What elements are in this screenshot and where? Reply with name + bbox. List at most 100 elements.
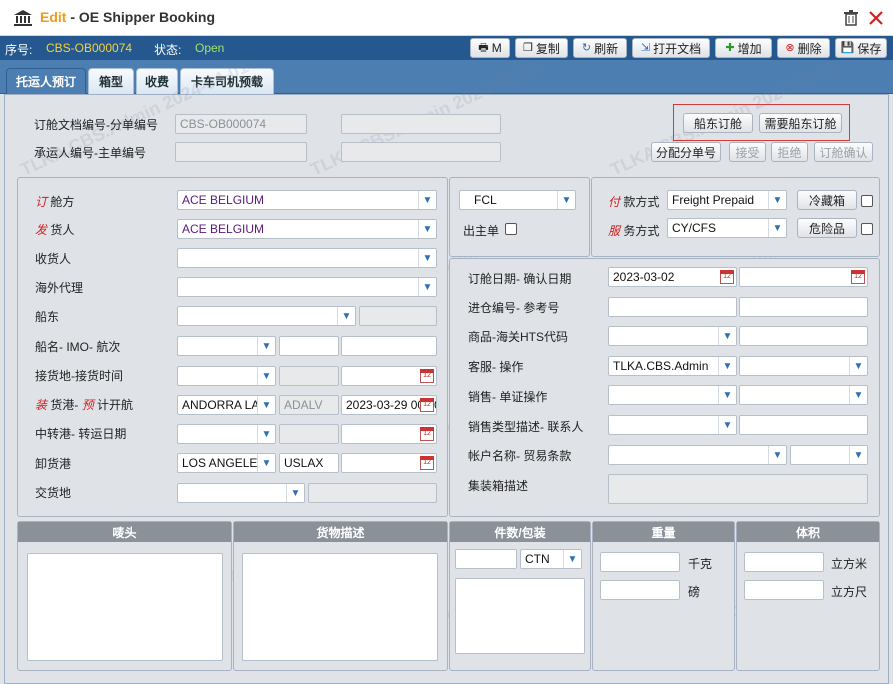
need-ship-booking-button[interactable]: 需要船东订舱	[759, 113, 842, 133]
reefer-checkbox[interactable]	[861, 195, 873, 207]
delete-button[interactable]: ⊗ 删除	[777, 38, 830, 58]
open-document-button[interactable]: ⇲ 打开文档	[632, 38, 710, 58]
trash-icon[interactable]	[843, 10, 859, 26]
calendar-icon[interactable]: 12	[420, 369, 434, 383]
hts-code-field[interactable]	[739, 326, 868, 346]
chevron-down-icon: ▼	[418, 220, 436, 238]
transship-code-field[interactable]	[279, 424, 339, 444]
booking-confirm-button[interactable]: 订舱确认	[814, 142, 873, 162]
customer-service-select[interactable]: TLKA.CBS.Admin ▼	[608, 356, 737, 376]
payment-select[interactable]: Freight Prepaid ▼	[667, 190, 787, 210]
receipt-time-field[interactable]: 12	[341, 366, 437, 386]
operator-select[interactable]: ▼	[739, 356, 868, 376]
booking-date-field[interactable]: 2023-03-02 12	[608, 267, 737, 287]
chevron-down-icon: ▼	[257, 337, 275, 355]
calendar-icon[interactable]: 12	[420, 456, 434, 470]
calendar-icon[interactable]: 12	[420, 398, 434, 412]
delivery-select[interactable]: ▼	[177, 483, 305, 503]
marks-textarea[interactable]	[27, 553, 223, 661]
packages-textarea[interactable]	[455, 578, 585, 654]
tab-shipper-booking[interactable]: 托运人预订	[6, 68, 86, 94]
service-value: CY/CFS	[672, 221, 717, 235]
receipt-place-select[interactable]: ▼	[177, 366, 276, 386]
pol-select[interactable]: ANDORRA LA ▼	[177, 395, 276, 415]
transship-date-field[interactable]: 12	[341, 424, 437, 444]
delivery-code-field[interactable]	[308, 483, 437, 503]
carrier-number-field[interactable]	[175, 142, 307, 162]
dangerous-goods-button[interactable]: 危险品	[797, 218, 857, 238]
chevron-down-icon: ▼	[768, 219, 786, 237]
edit-mode-label: Edit	[40, 9, 67, 25]
calendar-icon[interactable]: 12	[720, 270, 734, 284]
calendar-icon[interactable]: 12	[851, 270, 865, 284]
assign-hbl-button[interactable]: 分配分单号	[651, 142, 721, 162]
tab-container-type[interactable]: 箱型	[88, 68, 134, 94]
chevron-down-icon: ▼	[257, 425, 275, 443]
package-unit-select[interactable]: CTN ▼	[520, 549, 582, 569]
service-select[interactable]: CY/CFS ▼	[667, 218, 787, 238]
transship-port-select[interactable]: ▼	[177, 424, 276, 444]
pod-date-field[interactable]: 12	[341, 453, 437, 473]
pol-code-field[interactable]: ADALV	[279, 395, 339, 415]
calendar-icon[interactable]: 12	[420, 427, 434, 441]
print-button[interactable]: 🖶 M	[470, 38, 510, 58]
booking-party-label-text: 舱方	[47, 195, 75, 209]
sales-type-select[interactable]: ▼	[608, 415, 737, 435]
reefer-button[interactable]: 冷藏箱	[797, 190, 857, 210]
voyage-field[interactable]	[341, 336, 437, 356]
marks-header: 唛头	[18, 522, 231, 542]
carrier-code-field[interactable]	[359, 306, 437, 326]
sales-select[interactable]: ▼	[608, 385, 737, 405]
reference-number-field[interactable]	[739, 297, 868, 317]
trade-terms-select[interactable]: ▼	[790, 445, 868, 465]
confirm-date-field[interactable]: 12	[739, 267, 868, 287]
required-mark: 订	[35, 195, 48, 209]
carrier-select[interactable]: ▼	[177, 306, 356, 326]
chevron-down-icon: ▼	[257, 367, 275, 385]
tab-truck-driver-preload[interactable]: 卡车司机预载	[180, 68, 274, 94]
dangerous-goods-checkbox[interactable]	[861, 223, 873, 235]
vessel-select[interactable]: ▼	[177, 336, 276, 356]
commodity-select[interactable]: ▼	[608, 326, 737, 346]
accept-button[interactable]: 接受	[729, 142, 766, 162]
weight-lb-field[interactable]	[600, 580, 680, 600]
etd-field[interactable]: 2023-03-29 00:00 12	[341, 395, 437, 415]
ship-booking-button[interactable]: 船东订舱	[683, 113, 753, 133]
consignee-select[interactable]: ▼	[177, 248, 437, 268]
seq-label: 序号:	[5, 43, 33, 57]
container-desc-field[interactable]	[608, 474, 868, 504]
chevron-down-icon: ▼	[563, 550, 581, 568]
add-button[interactable]: ✚ 增加	[715, 38, 772, 58]
close-icon[interactable]	[868, 10, 884, 26]
receipt-code-field[interactable]	[279, 366, 339, 386]
master-bill-checkbox[interactable]	[505, 223, 517, 235]
package-count-field[interactable]	[455, 549, 517, 569]
account-select[interactable]: ▼	[608, 445, 787, 465]
master-bill-field[interactable]	[341, 142, 501, 162]
imo-field[interactable]	[279, 336, 339, 356]
warehouse-number-field[interactable]	[608, 297, 737, 317]
booking-doc-field[interactable]: CBS-OB000074	[175, 114, 307, 134]
weight-kg-field[interactable]	[600, 552, 680, 572]
goods-textarea[interactable]	[242, 553, 438, 661]
reject-button[interactable]: 拒绝	[771, 142, 808, 162]
load-type-select[interactable]: FCL ▼	[459, 190, 576, 210]
copy-button[interactable]: ❐ 复制	[515, 38, 568, 58]
kg-unit-label: 千克	[688, 557, 713, 571]
shipper-select[interactable]: ACE BELGIUM ▼	[177, 219, 437, 239]
pod-code-field[interactable]: USLAX	[279, 453, 339, 473]
refresh-button[interactable]: ↻ 刷新	[573, 38, 627, 58]
volume-cft-field[interactable]	[744, 580, 824, 600]
save-button[interactable]: 💾 保存	[835, 38, 887, 58]
contact-field[interactable]	[739, 415, 868, 435]
volume-cbm-field[interactable]	[744, 552, 824, 572]
house-bill-field[interactable]	[341, 114, 501, 134]
cbm-unit-label: 立方米	[831, 557, 868, 571]
booking-party-select[interactable]: ACE BELGIUM ▼	[177, 190, 437, 210]
pod-select[interactable]: LOS ANGELES ▼	[177, 453, 276, 473]
tab-charges[interactable]: 收费	[136, 68, 178, 94]
doc-operator-select[interactable]: ▼	[739, 385, 868, 405]
payment-panel	[591, 177, 880, 257]
overseas-agent-select[interactable]: ▼	[177, 277, 437, 297]
required-mark: 付	[608, 195, 621, 209]
